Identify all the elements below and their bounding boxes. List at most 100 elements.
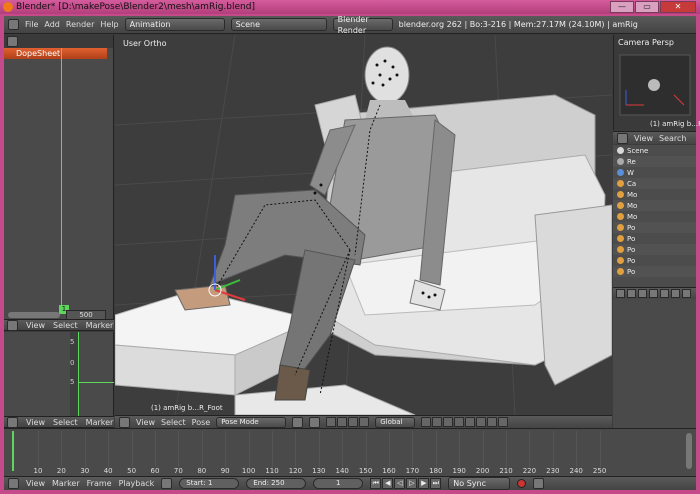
- orientation-select[interactable]: Global: [375, 416, 416, 428]
- dopesheet-toggle-icon[interactable]: [7, 36, 18, 47]
- dopesheet-summary-channel[interactable]: DopeSheet: [4, 48, 107, 59]
- translate-icon[interactable]: [337, 417, 348, 427]
- keying-set-icon[interactable]: [533, 478, 545, 489]
- timeline-menu-playback[interactable]: Playback: [119, 479, 155, 488]
- scene-tab-icon[interactable]: [638, 289, 647, 298]
- play-reverse-icon[interactable]: ◁: [394, 478, 406, 489]
- layer-button[interactable]: [432, 417, 443, 427]
- viewport-status: (1) amRig b…R_Foot: [151, 404, 223, 412]
- graph-editor[interactable]: 5 0 5 1 200: [4, 332, 114, 428]
- constraints-tab-icon[interactable]: [671, 289, 680, 298]
- outliner-row[interactable]: Po: [613, 266, 696, 277]
- lamp-object-icon: [617, 246, 624, 253]
- dopesheet-editor[interactable]: DopeSheet 1 500: [4, 35, 114, 320]
- menu-render[interactable]: Render: [66, 20, 94, 29]
- render-tab-icon[interactable]: [627, 289, 636, 298]
- window-title-bar[interactable]: Blender* [D:\makePose\Blender2\mesh\amRi…: [0, 0, 700, 14]
- dopesheet-menu-marker[interactable]: Marker: [86, 321, 114, 330]
- next-keyframe-icon[interactable]: ▶: [418, 478, 430, 489]
- outliner-panel[interactable]: Scene Re W Ca Mo Mo Mo Po Po Po Po Po: [613, 145, 696, 287]
- manipulator-icons: [326, 417, 370, 427]
- outliner-menu-view[interactable]: View: [634, 134, 653, 143]
- jump-start-icon[interactable]: ⏮: [370, 478, 382, 489]
- minimize-button[interactable]: —: [610, 1, 634, 13]
- shading-icon[interactable]: [292, 416, 304, 428]
- world-tab-icon[interactable]: [649, 289, 658, 298]
- outliner-row[interactable]: Po: [613, 222, 696, 233]
- layer-button[interactable]: [498, 417, 509, 427]
- 3d-viewport[interactable]: User Ortho (1) amRig b…R_Foot: [115, 35, 612, 415]
- dopesheet-editor-type-icon[interactable]: [7, 319, 18, 331]
- layer-button[interactable]: [476, 417, 487, 427]
- viewport-menu-pose[interactable]: Pose: [192, 418, 211, 427]
- scene-icon: [617, 147, 624, 154]
- viewport-menu-select[interactable]: Select: [161, 418, 186, 427]
- timeline-menu-view[interactable]: View: [26, 479, 45, 488]
- menu-add[interactable]: Add: [44, 20, 60, 29]
- manipulator-toggle-icon[interactable]: [326, 417, 337, 427]
- layer-button[interactable]: [454, 417, 465, 427]
- outliner-row[interactable]: Ca: [613, 178, 696, 189]
- current-frame-field[interactable]: 1: [313, 478, 364, 489]
- end-frame-field[interactable]: End: 250: [246, 478, 307, 489]
- screen-layout-select[interactable]: Animation: [124, 18, 225, 31]
- render-engine-select[interactable]: Blender Render: [332, 15, 393, 35]
- dopesheet-scrollbar[interactable]: [8, 312, 60, 318]
- timeline-menu-frame[interactable]: Frame: [87, 479, 112, 488]
- outliner-editor-type-icon[interactable]: [617, 132, 628, 144]
- properties-panel[interactable]: [613, 299, 696, 428]
- viewport-editor-type-icon[interactable]: [119, 416, 130, 428]
- timeline-grid-line: [482, 431, 484, 467]
- mode-select[interactable]: Pose Mode: [216, 416, 287, 428]
- outliner-row[interactable]: Mo: [613, 211, 696, 222]
- sync-select[interactable]: No Sync: [448, 477, 511, 490]
- pivot-icon[interactable]: [309, 416, 321, 428]
- menu-file[interactable]: File: [25, 20, 38, 29]
- scene-select[interactable]: Scene: [230, 18, 327, 31]
- play-icon[interactable]: ▷: [406, 478, 418, 489]
- outliner-row[interactable]: Mo: [613, 200, 696, 211]
- prev-keyframe-icon[interactable]: ◀: [382, 478, 394, 489]
- layer-button[interactable]: [487, 417, 498, 427]
- start-frame-field[interactable]: Start: 1: [179, 478, 240, 489]
- scale-icon[interactable]: [359, 417, 370, 427]
- outliner-row[interactable]: Mo: [613, 189, 696, 200]
- blender-logo-icon: [3, 2, 13, 12]
- properties-editor-type-icon[interactable]: [616, 289, 625, 298]
- timeline-grid-line: [178, 431, 180, 467]
- timeline-menu-marker[interactable]: Marker: [52, 479, 80, 488]
- viewport-menu-view[interactable]: View: [136, 418, 155, 427]
- maximize-button[interactable]: ▭: [635, 1, 659, 13]
- outliner-row[interactable]: Po: [613, 255, 696, 266]
- dopesheet-menu-view[interactable]: View: [26, 321, 45, 330]
- graph-menu-select[interactable]: Select: [53, 418, 78, 427]
- data-tab-icon[interactable]: [682, 289, 691, 298]
- object-tab-icon[interactable]: [660, 289, 669, 298]
- dopesheet-menu-select[interactable]: Select: [53, 321, 78, 330]
- preview-range-icon[interactable]: [161, 478, 173, 489]
- outliner-row[interactable]: Scene: [613, 145, 696, 156]
- outliner-menu-search[interactable]: Search: [659, 134, 686, 143]
- outliner-row[interactable]: W: [613, 167, 696, 178]
- outliner-row[interactable]: Re: [613, 156, 696, 167]
- graph-menu-view[interactable]: View: [26, 418, 45, 427]
- outliner-row[interactable]: Po: [613, 233, 696, 244]
- info-editor-type-icon[interactable]: [8, 19, 19, 30]
- rotate-icon[interactable]: [348, 417, 359, 427]
- timeline-editor-type-icon[interactable]: [8, 478, 19, 489]
- close-button[interactable]: ✕: [660, 1, 696, 13]
- graph-menu-marker[interactable]: Marker: [86, 418, 114, 427]
- record-icon[interactable]: [517, 479, 527, 488]
- jump-end-icon[interactable]: ⏭: [430, 478, 442, 489]
- graph-editor-type-icon[interactable]: [7, 416, 18, 428]
- menu-help[interactable]: Help: [100, 20, 118, 29]
- layer-button[interactable]: [443, 417, 454, 427]
- outliner-row[interactable]: Po: [613, 244, 696, 255]
- camera-viewport[interactable]: Camera Persp (1) amRig b…R_R: [613, 35, 700, 130]
- layer-button[interactable]: [465, 417, 476, 427]
- timeline-editor[interactable]: 10 20 30 40 50 60 70 80 90 100 110 120 130 140 150 160 1…: [4, 428, 696, 476]
- timeline-scrollbar[interactable]: [686, 433, 692, 469]
- layer-button[interactable]: [421, 417, 432, 427]
- timeline-tick-label: 170: [405, 467, 420, 475]
- lamp-object-icon: [617, 268, 624, 275]
